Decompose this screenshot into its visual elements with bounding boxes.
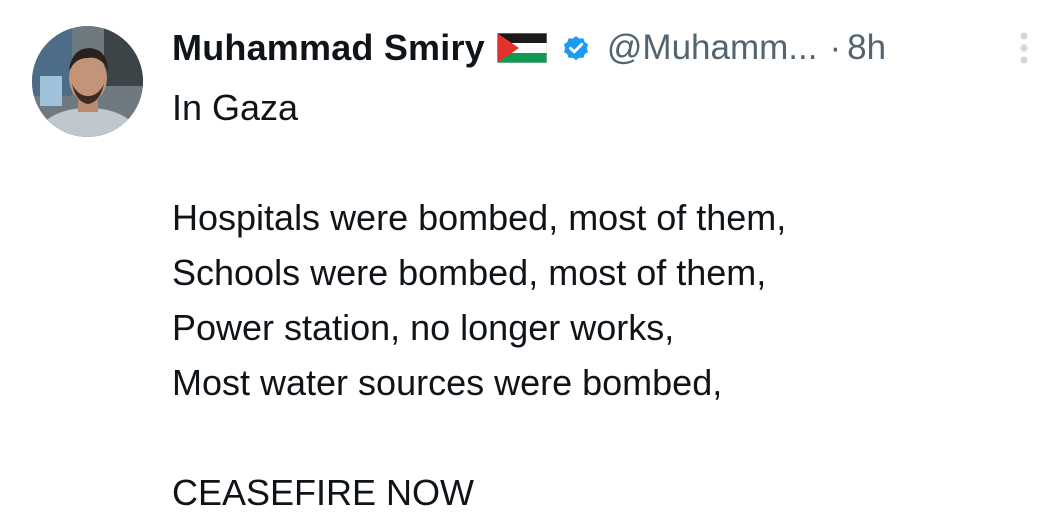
avatar-image (32, 26, 143, 137)
tweet-line: CEASEFIRE NOW (172, 472, 475, 513)
avatar[interactable] (32, 26, 143, 137)
author-handle[interactable]: @Muhamm... (607, 28, 818, 68)
tweet-line: Hospitals were bombed, most of them, (172, 197, 787, 238)
tweet-line: Power station, no longer works, (172, 307, 675, 348)
tweet-header: Muhammad Smiry @Muhamm... · 8h (172, 24, 886, 72)
tweet-text: In Gaza Hospitals were bombed, most of t… (172, 80, 1032, 520)
author-display-name[interactable]: Muhammad Smiry (172, 27, 485, 69)
verified-badge-icon[interactable] (561, 33, 591, 63)
tweet-line: Schools were bombed, most of them, (172, 252, 767, 293)
tweet-line: In Gaza (172, 87, 299, 128)
tweet-line: Most water sources were bombed, (172, 362, 723, 403)
more-options-icon[interactable] (1014, 30, 1034, 70)
palestine-flag-icon (496, 32, 548, 64)
tweet-timestamp[interactable]: 8h (847, 28, 886, 68)
separator-dot: · (829, 28, 842, 67)
tweet[interactable]: Muhammad Smiry @Muhamm... · 8h In Gaza H… (0, 0, 1049, 530)
